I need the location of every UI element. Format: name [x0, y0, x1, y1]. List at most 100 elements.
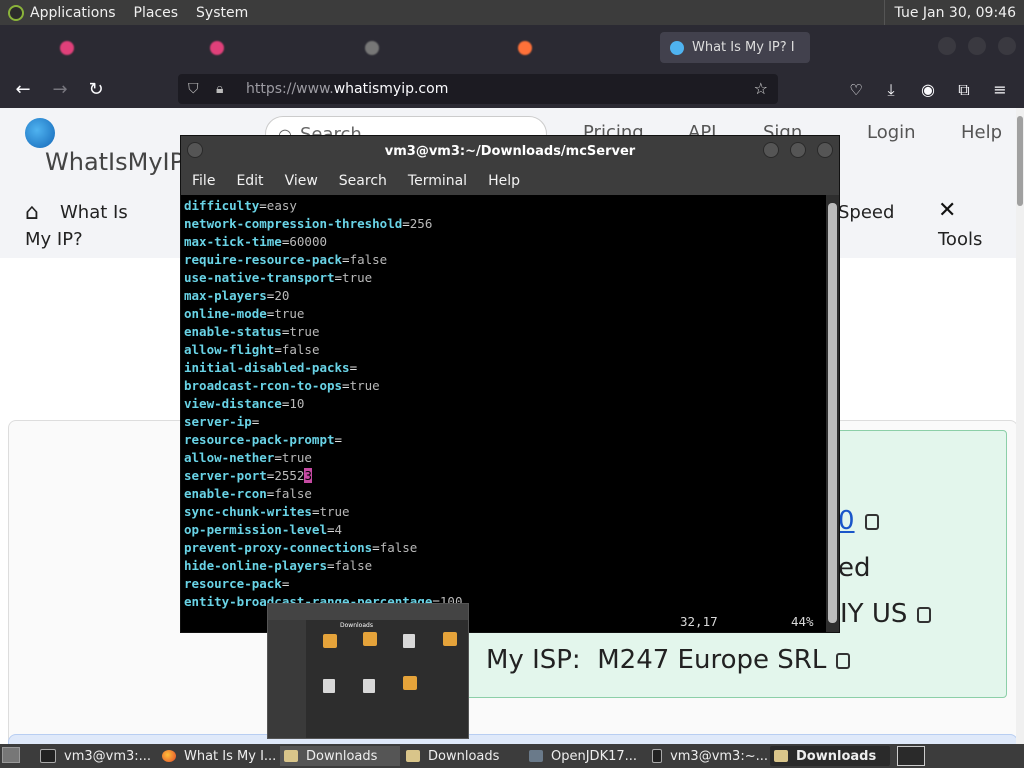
window-menu-icon[interactable]: [187, 142, 203, 158]
terminal-line: prevent-proxy-connections=false: [184, 540, 418, 555]
property-value: false: [274, 486, 312, 501]
copy-icon[interactable]: [864, 513, 879, 530]
url-bar[interactable]: ⛉ 🔒︎ https://www.whatismyip.com ☆: [178, 74, 778, 104]
property-key: require-resource-pack: [184, 252, 343, 267]
terminal-line: sync-chunk-writes=true: [184, 504, 350, 519]
extensions-icon[interactable]: ⧉: [953, 79, 975, 101]
browser-tab[interactable]: [508, 32, 658, 63]
show-desktop-icon[interactable]: [2, 747, 20, 763]
property-value: true: [289, 324, 320, 339]
property-value: true: [349, 378, 380, 393]
property-value: false: [281, 342, 320, 357]
property-key: online-mode: [184, 306, 267, 321]
ip-address-text[interactable]: 0: [838, 506, 855, 536]
terminal-scrollbar[interactable]: [826, 195, 839, 632]
close-window-icon[interactable]: [998, 37, 1016, 55]
top-panel: Applications Places System Tue Jan 30, 0…: [0, 0, 1024, 25]
browser-tab[interactable]: [50, 32, 200, 63]
system-menu[interactable]: System: [196, 5, 248, 21]
menu-help[interactable]: Help: [488, 173, 520, 189]
copy-icon[interactable]: [836, 652, 851, 669]
property-key: allow-nether: [184, 450, 275, 465]
clock[interactable]: Tue Jan 30, 09:46: [883, 0, 1024, 25]
globe-logo-icon[interactable]: [25, 118, 55, 148]
terminal-body[interactable]: difficulty=easy network-compression-thres…: [181, 195, 826, 632]
tools-icon[interactable]: ✕: [938, 198, 956, 223]
preview-title: Downloads: [340, 622, 373, 629]
account-icon[interactable]: ◉: [917, 79, 939, 101]
minimize-window-icon[interactable]: [938, 37, 956, 55]
distro-logo-icon[interactable]: [8, 4, 24, 21]
pocket-icon[interactable]: ♡: [845, 79, 867, 101]
isp-line: My ISP: M247 Europe SRL: [486, 645, 851, 675]
folder-icon: [284, 750, 298, 762]
forward-arrow-icon[interactable]: →: [49, 79, 71, 101]
taskbar-item[interactable]: Downloads: [402, 746, 522, 766]
property-value: false: [379, 540, 418, 555]
terminal-line: allow-flight=false: [184, 342, 320, 357]
menu-tools[interactable]: Tools: [938, 229, 982, 250]
copy-icon[interactable]: [917, 606, 932, 623]
ip-address-link[interactable]: 0: [838, 506, 879, 536]
url-prefix: https://www.: [246, 81, 334, 97]
taskbar-item[interactable]: vm3@vm3:...: [36, 746, 156, 766]
terminal-text[interactable]: difficulty=easy network-compression-thres…: [184, 197, 462, 611]
taskbar-item-label: What Is My I...: [184, 748, 277, 764]
terminal-window[interactable]: vm3@vm3:~/Downloads/mcServer File Edit V…: [181, 136, 839, 632]
property-key: resource-pack: [184, 576, 282, 591]
reload-icon[interactable]: ↻: [85, 79, 107, 101]
menu-terminal[interactable]: Terminal: [408, 173, 467, 189]
menu-speed[interactable]: Speed: [838, 202, 894, 223]
file-icon: [403, 634, 415, 648]
property-value: 60000: [289, 234, 328, 249]
maximize-window-icon[interactable]: [968, 37, 986, 55]
close-icon[interactable]: [817, 142, 833, 158]
minimize-icon[interactable]: [763, 142, 779, 158]
property-key: op-permission-level: [184, 522, 327, 537]
tab-favicon-icon: [518, 40, 532, 55]
browser-tab[interactable]: [355, 32, 505, 63]
property-key: sync-chunk-writes: [184, 504, 312, 519]
download-icon[interactable]: ⤓: [880, 79, 902, 101]
maximize-icon[interactable]: [790, 142, 806, 158]
lock-icon[interactable]: 🔒︎: [216, 81, 234, 97]
taskbar-item-active[interactable]: Downloads: [770, 746, 890, 766]
page-scrollbar-thumb[interactable]: [1017, 116, 1023, 206]
property-value: true: [319, 504, 350, 519]
menu-view[interactable]: View: [285, 173, 318, 189]
taskbar-item[interactable]: What Is My I...: [158, 746, 278, 766]
window-preview-thumbnail[interactable]: Downloads: [267, 603, 469, 739]
applications-menu[interactable]: Applications: [30, 5, 116, 21]
menu-my-ip[interactable]: My IP?: [25, 229, 83, 250]
terminal-scrollbar-thumb[interactable]: [828, 203, 837, 623]
info-line-2: ed: [838, 553, 871, 583]
menu-what-is[interactable]: What Is: [60, 202, 128, 223]
taskbar-item[interactable]: Downloads: [280, 746, 400, 766]
java-icon: [529, 750, 543, 762]
menu-edit[interactable]: Edit: [236, 173, 263, 189]
bookmark-star-icon[interactable]: ☆: [754, 79, 768, 98]
terminal-line: enable-rcon=false: [184, 486, 312, 501]
terminal-titlebar[interactable]: vm3@vm3:~/Downloads/mcServer: [181, 136, 839, 166]
browser-tab-active[interactable]: What Is My IP? I: [660, 32, 810, 63]
back-arrow-icon[interactable]: ←: [12, 79, 34, 101]
menu-search[interactable]: Search: [339, 173, 387, 189]
property-key: max-players: [184, 288, 267, 303]
shield-icon[interactable]: ⛉: [188, 81, 206, 97]
taskbar-item[interactable]: OpenJDK17...: [525, 746, 645, 766]
terminal-icon: [40, 749, 56, 763]
browser-tab[interactable]: [200, 32, 350, 63]
folder-icon: [774, 750, 788, 762]
nav-login[interactable]: Login: [867, 122, 916, 143]
site-logo-text[interactable]: WhatIsMyIP.c: [45, 148, 201, 176]
workspace-switcher[interactable]: [897, 746, 925, 766]
taskbar-item[interactable]: vm3@vm3:~...: [648, 746, 768, 766]
places-menu[interactable]: Places: [134, 5, 179, 21]
taskbar-item-label: Downloads: [306, 748, 378, 764]
nav-help[interactable]: Help: [961, 122, 1002, 143]
hamburger-menu-icon[interactable]: ≡: [989, 79, 1011, 101]
terminal-line: use-native-transport=true: [184, 270, 373, 285]
property-key: resource-pack-prompt: [184, 432, 335, 447]
menu-file[interactable]: File: [192, 173, 215, 189]
page-scrollbar[interactable]: [1016, 108, 1024, 744]
